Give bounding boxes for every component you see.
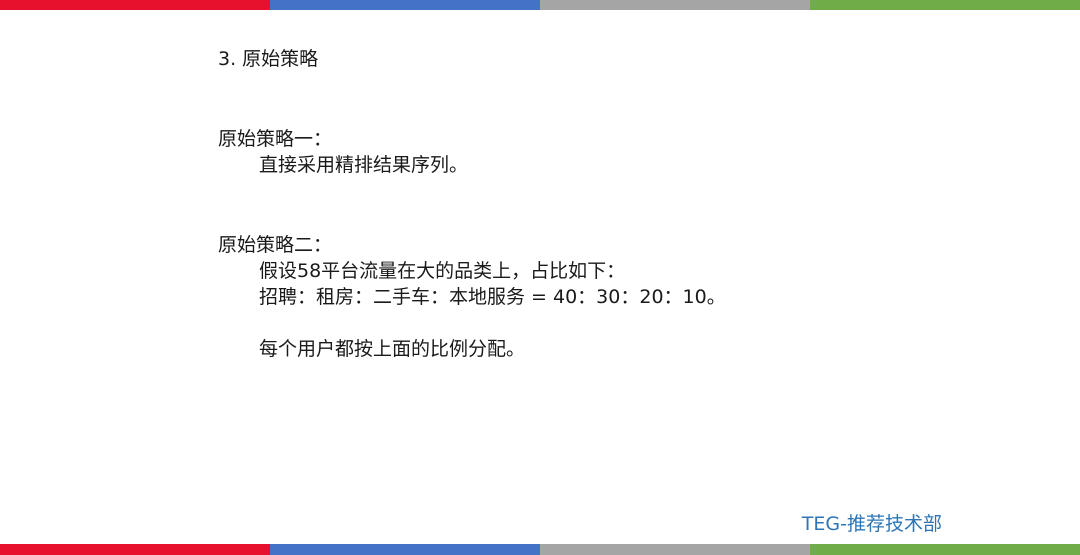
top-color-stripe <box>0 0 1080 10</box>
strategy-two-line-1: 假设58平台流量在大的品类上，占比如下： <box>259 260 626 282</box>
stripe-green-segment <box>810 0 1080 10</box>
stripe-red-segment <box>0 0 270 10</box>
stripe-gray-segment <box>540 0 810 10</box>
strategy-two-heading: 原始策略二： <box>218 234 333 256</box>
stripe-red-segment <box>0 544 270 555</box>
strategy-two-line-3: 每个用户都按上面的比例分配。 <box>259 338 526 360</box>
slide-body: 3. 原始策略 原始策略一： 直接采用精排结果序列。 原始策略二： 假设58平台… <box>218 46 1018 362</box>
stripe-gray-segment <box>540 544 810 555</box>
section-title: 3. 原始策略 <box>218 48 319 70</box>
bottom-color-stripe <box>0 544 1080 555</box>
stripe-blue-segment <box>270 544 540 555</box>
stripe-green-segment <box>810 544 1080 555</box>
brand-label: TEG-推荐技术部 <box>801 513 942 535</box>
stripe-blue-segment <box>270 0 540 10</box>
strategy-one-body: 直接采用精排结果序列。 <box>259 154 469 176</box>
strategy-two-line-2: 招聘：租房：二手车：本地服务 = 40：30：20：10。 <box>259 286 726 308</box>
strategy-one-heading: 原始策略一： <box>218 128 333 150</box>
